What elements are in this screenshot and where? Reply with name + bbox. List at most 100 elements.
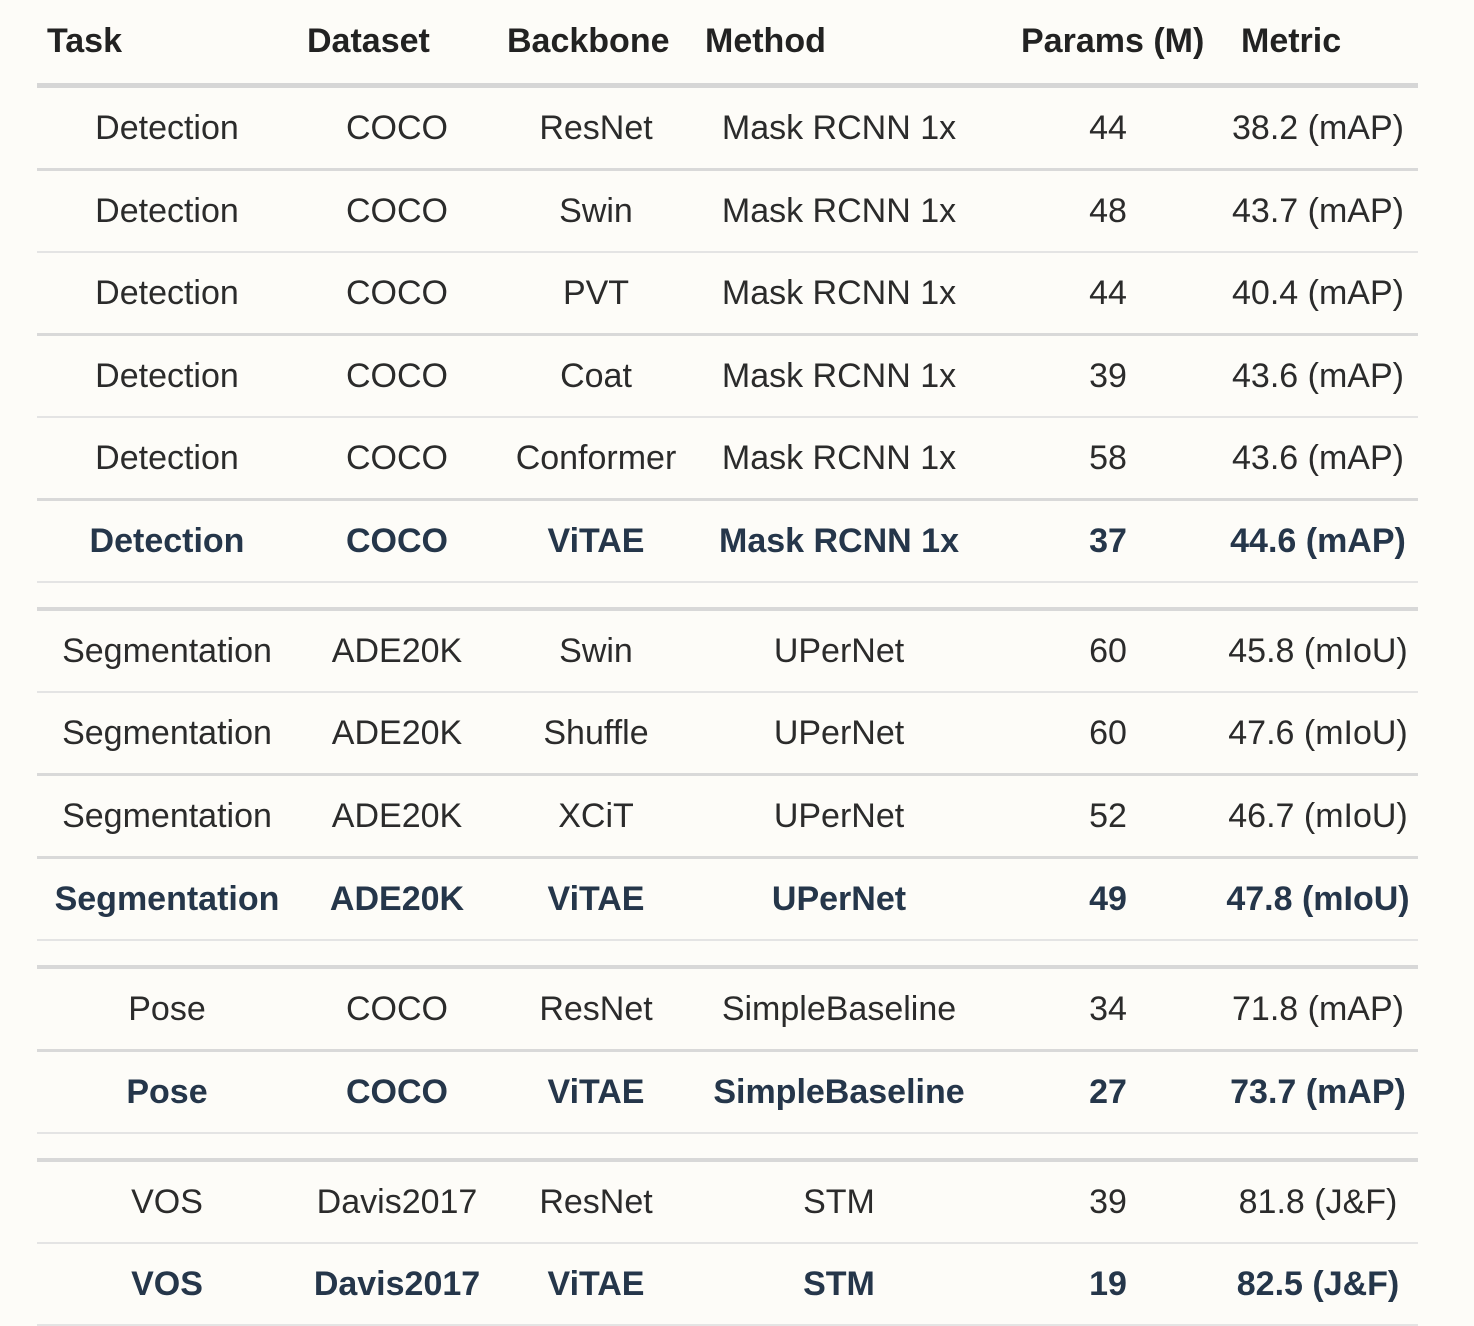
cell-params: 52: [983, 774, 1203, 859]
table-row: Detection COCO Swin Mask RCNN 1x 48 43.7 (mAP…: [37, 169, 1418, 253]
header-backbone: Backbone: [497, 0, 695, 88]
cell-backbone: Swin: [497, 169, 695, 253]
cell-task: Detection: [37, 169, 297, 253]
table-row: VOS Davis2017 ResNet STM 39 81.8 (J&F): [37, 1160, 1418, 1244]
cell-backbone: Swin: [497, 609, 695, 693]
cell-backbone: XCiT: [497, 774, 695, 859]
cell-method: UPerNet: [695, 609, 983, 693]
cell-metric: 40.4 (mAP): [1203, 252, 1418, 336]
cell-backbone: Conformer: [497, 417, 695, 501]
table-row: Segmentation ADE20K Shuffle UPerNet 60 47.6 (…: [37, 692, 1418, 776]
cell-task: Detection: [37, 499, 297, 583]
cell-params: 58: [983, 417, 1203, 501]
cell-metric: 47.6 (mIoU): [1203, 692, 1418, 776]
cell-params: 37: [983, 499, 1203, 583]
group-separator-cell: [37, 582, 1418, 611]
cell-metric: 71.8 (mAP): [1203, 967, 1418, 1052]
cell-dataset: COCO: [297, 334, 497, 418]
table-row: Detection COCO ResNet Mask RCNN 1x 44 38.2 (m…: [37, 85, 1418, 171]
cell-params: 39: [983, 334, 1203, 418]
cell-method: Mask RCNN 1x: [695, 252, 983, 336]
table-row: Detection COCO Coat Mask RCNN 1x 39 43.6 (mAP…: [37, 334, 1418, 418]
cell-params: 19: [983, 1243, 1203, 1326]
cell-params: 34: [983, 967, 1203, 1052]
cell-metric: 45.8 (mIoU): [1203, 609, 1418, 693]
cell-dataset: COCO: [297, 417, 497, 501]
cell-dataset: Davis2017: [297, 1160, 497, 1244]
table-body: Detection COCO ResNet Mask RCNN 1x 44 38.2 (m…: [37, 85, 1418, 1326]
cell-dataset: Davis2017: [297, 1243, 497, 1326]
cell-task: VOS: [37, 1160, 297, 1244]
table-row: Detection COCO Conformer Mask RCNN 1x 58 43.6…: [37, 417, 1418, 501]
cell-params: 49: [983, 857, 1203, 941]
cell-metric: 81.8 (J&F): [1203, 1160, 1418, 1244]
cell-dataset: COCO: [297, 252, 497, 336]
cell-dataset: COCO: [297, 169, 497, 253]
table-row: Detection COCO PVT Mask RCNN 1x 44 40.4 (mAP): [37, 252, 1418, 336]
cell-method: SimpleBaseline: [695, 967, 983, 1052]
results-table: Task Dataset Backbone Method Params (M) …: [37, 0, 1418, 1326]
cell-backbone: ResNet: [497, 967, 695, 1052]
cell-task: VOS: [37, 1243, 297, 1326]
cell-metric: 46.7 (mIoU): [1203, 774, 1418, 859]
cell-params: 27: [983, 1050, 1203, 1134]
cell-method: UPerNet: [695, 857, 983, 941]
group-separator: [37, 582, 1418, 611]
cell-backbone: ResNet: [497, 1160, 695, 1244]
group-separator: [37, 1133, 1418, 1162]
cell-params: 44: [983, 85, 1203, 171]
header-method: Method: [695, 0, 983, 88]
cell-method: Mask RCNN 1x: [695, 169, 983, 253]
group-separator-cell: [37, 940, 1418, 969]
header-params: Params (M): [983, 0, 1204, 88]
cell-dataset: COCO: [297, 499, 497, 583]
cell-dataset: COCO: [297, 85, 497, 171]
results-table-container: Task Dataset Backbone Method Params (M) …: [37, 0, 1418, 1326]
table-row-best: VOS Davis2017 ViTAE STM 19 82.5 (J&F): [37, 1243, 1418, 1326]
cell-method: Mask RCNN 1x: [695, 499, 983, 583]
cell-task: Segmentation: [37, 857, 297, 941]
cell-backbone: ResNet: [497, 85, 695, 171]
cell-params: 60: [983, 692, 1203, 776]
table-row-best: Pose COCO ViTAE SimpleBaseline 27 73.7 (mAP): [37, 1050, 1418, 1134]
table-row: Segmentation ADE20K Swin UPerNet 60 45.8 (mIo…: [37, 609, 1418, 693]
cell-task: Pose: [37, 967, 297, 1052]
cell-task: Segmentation: [37, 774, 297, 859]
cell-metric: 47.8 (mIoU): [1203, 857, 1418, 941]
header-row: Task Dataset Backbone Method Params (M) …: [37, 0, 1418, 88]
cell-task: Pose: [37, 1050, 297, 1134]
cell-dataset: ADE20K: [297, 609, 497, 693]
table-header: Task Dataset Backbone Method Params (M) …: [37, 0, 1418, 88]
cell-method: SimpleBaseline: [695, 1050, 983, 1134]
group-separator: [37, 940, 1418, 969]
cell-dataset: COCO: [297, 967, 497, 1052]
group-separator-cell: [37, 1133, 1418, 1162]
header-task: Task: [37, 0, 297, 88]
table-row: Segmentation ADE20K XCiT UPerNet 52 46.7 (mIo…: [37, 774, 1418, 859]
cell-metric: 43.6 (mAP): [1203, 417, 1418, 501]
cell-backbone: ViTAE: [497, 857, 695, 941]
cell-task: Detection: [37, 252, 297, 336]
cell-backbone: Coat: [497, 334, 695, 418]
cell-method: UPerNet: [695, 692, 983, 776]
cell-task: Detection: [37, 85, 297, 171]
cell-dataset: ADE20K: [297, 774, 497, 859]
cell-metric: 44.6 (mAP): [1203, 499, 1418, 583]
table-row-best: Segmentation ADE20K ViTAE UPerNet 49 47.8 (mI…: [37, 857, 1418, 941]
table-row: Pose COCO ResNet SimpleBaseline 34 71.8 (mAP): [37, 967, 1418, 1052]
cell-dataset: ADE20K: [297, 692, 497, 776]
cell-task: Segmentation: [37, 692, 297, 776]
cell-method: STM: [695, 1243, 983, 1326]
cell-metric: 43.7 (mAP): [1203, 169, 1418, 253]
cell-task: Detection: [37, 334, 297, 418]
cell-params: 39: [983, 1160, 1203, 1244]
cell-dataset: COCO: [297, 1050, 497, 1134]
cell-params: 60: [983, 609, 1203, 693]
cell-backbone: ViTAE: [497, 1050, 695, 1134]
cell-backbone: Shuffle: [497, 692, 695, 776]
table-row-best: Detection COCO ViTAE Mask RCNN 1x 37 44.6 (mA…: [37, 499, 1418, 583]
cell-dataset: ADE20K: [297, 857, 497, 941]
cell-method: Mask RCNN 1x: [695, 334, 983, 418]
cell-params: 44: [983, 252, 1203, 336]
cell-method: Mask RCNN 1x: [695, 85, 983, 171]
